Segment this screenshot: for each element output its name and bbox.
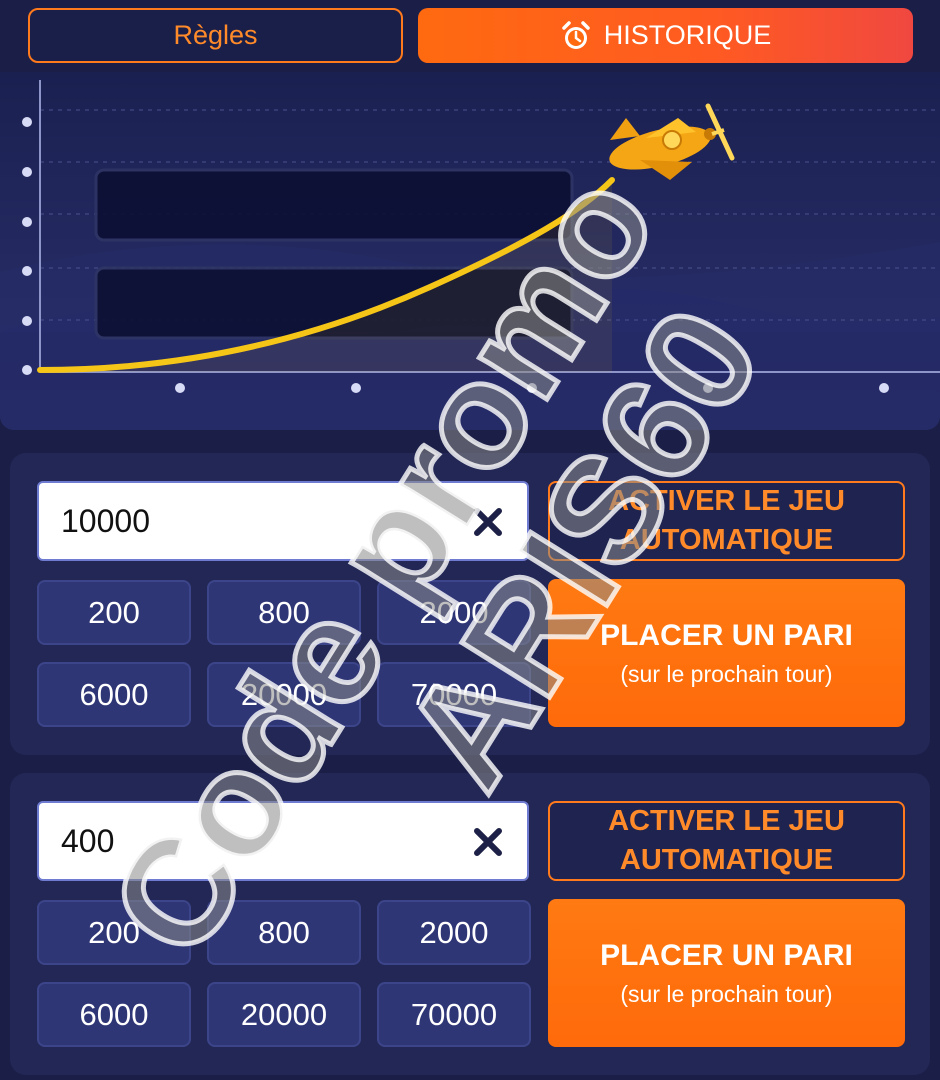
chip-button[interactable]: 200 (37, 900, 191, 965)
bet-panel-2: 400 200 800 2000 6000 20000 70000 ACTIVE… (10, 773, 930, 1075)
chip-button[interactable]: 2000 (377, 580, 531, 645)
auto-play-button[interactable]: ACTIVER LE JEU AUTOMATIQUE (548, 481, 905, 561)
bet-amount-value: 10000 (61, 502, 150, 539)
place-bet-sublabel: (sur le prochain tour) (620, 660, 833, 687)
chip-label: 800 (258, 594, 310, 630)
chip-label: 6000 (79, 996, 149, 1032)
chip-button[interactable]: 20000 (207, 982, 361, 1047)
chip-button[interactable]: 70000 (377, 662, 531, 727)
chip-button[interactable]: 2000 (377, 900, 531, 965)
rules-label: Règles (173, 20, 258, 50)
bet-amount-input[interactable]: 400 (37, 801, 529, 881)
chip-label: 200 (88, 914, 140, 950)
bet-amount-value: 400 (61, 822, 115, 859)
top-tabs: Règles HISTORIQUE (0, 0, 940, 72)
auto-play-label-line1: ACTIVER LE JEU (608, 805, 845, 837)
bet-panel-1: 10000 200 800 2000 6000 20000 70000 ACTI… (10, 453, 930, 755)
auto-play-label-line1: ACTIVER LE JEU (608, 485, 845, 517)
place-bet-sublabel: (sur le prochain tour) (620, 980, 833, 1007)
place-bet-button[interactable]: PLACER UN PARI (sur le prochain tour) (548, 899, 905, 1047)
chip-button[interactable]: 20000 (207, 662, 361, 727)
bet-amount-input[interactable]: 10000 (37, 481, 529, 561)
history-label: HISTORIQUE (603, 20, 772, 50)
history-button[interactable]: HISTORIQUE (418, 8, 913, 63)
chip-label: 200 (88, 594, 140, 630)
chip-label: 20000 (240, 676, 328, 712)
chip-label: 2000 (419, 914, 489, 950)
close-icon[interactable] (471, 825, 505, 859)
chip-button[interactable]: 70000 (377, 982, 531, 1047)
close-icon[interactable] (471, 505, 505, 539)
auto-play-button[interactable]: ACTIVER LE JEU AUTOMATIQUE (548, 801, 905, 881)
chip-button[interactable]: 800 (207, 580, 361, 645)
chip-label: 70000 (410, 676, 498, 712)
place-bet-label: PLACER UN PARI (600, 938, 853, 972)
auto-play-label-line2: AUTOMATIQUE (619, 524, 834, 556)
chip-button[interactable]: 6000 (37, 982, 191, 1047)
chip-button[interactable]: 800 (207, 900, 361, 965)
chip-button[interactable]: 200 (37, 580, 191, 645)
rules-button[interactable]: Règles (28, 8, 403, 63)
graph-canvas (0, 80, 940, 430)
plane-icon (609, 103, 735, 180)
chip-label: 2000 (419, 594, 489, 630)
chip-label: 800 (258, 914, 310, 950)
chip-button[interactable]: 6000 (37, 662, 191, 727)
flight-graph (0, 72, 940, 430)
alarm-clock-icon (561, 20, 590, 49)
chip-label: 70000 (410, 996, 498, 1032)
place-bet-label: PLACER UN PARI (600, 618, 853, 652)
place-bet-button[interactable]: PLACER UN PARI (sur le prochain tour) (548, 579, 905, 727)
auto-play-label-line2: AUTOMATIQUE (619, 844, 834, 876)
chip-label: 6000 (79, 676, 149, 712)
chip-label: 20000 (240, 996, 328, 1032)
